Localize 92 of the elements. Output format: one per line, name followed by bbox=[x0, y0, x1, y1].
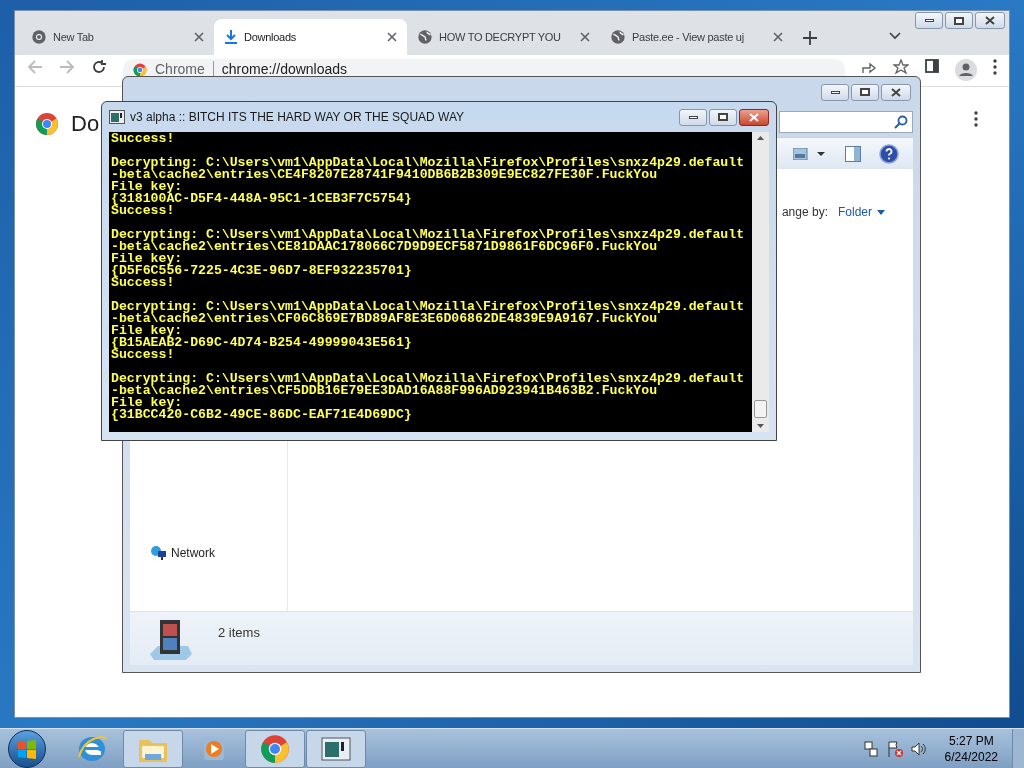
globe-icon bbox=[417, 29, 433, 45]
chrome-logo bbox=[35, 111, 59, 136]
chrome-icon bbox=[260, 733, 290, 764]
flag-icon[interactable] bbox=[886, 740, 903, 757]
close-icon[interactable] bbox=[773, 32, 783, 42]
menu-icon[interactable] bbox=[993, 59, 997, 75]
console-icon bbox=[109, 110, 125, 124]
nav-item[interactable]: Network bbox=[171, 544, 215, 562]
close-icon[interactable] bbox=[194, 32, 204, 42]
console-line: {318100AC-D5F4-448A-95C1-1CEB3F7C5754} bbox=[111, 193, 413, 205]
console-line: Decrypting: C:\Users\vm1\AppData\Local\Mozilla\Firefox\Profiles\snxz4p29.default bbox=[111, 373, 746, 385]
console-line: {D5F6C556-7225-4C3E-96D7-8EF932235701} bbox=[111, 265, 413, 277]
tab-title: Downloads bbox=[244, 29, 297, 45]
clock-date: 6/24/2022 bbox=[944, 748, 998, 765]
console-line: Success! bbox=[111, 205, 175, 217]
maximize-button[interactable] bbox=[851, 83, 879, 101]
profile-icon[interactable] bbox=[955, 59, 977, 81]
status-text: 2 items bbox=[218, 624, 260, 642]
close-button[interactable] bbox=[739, 108, 769, 126]
close-icon[interactable] bbox=[387, 32, 397, 42]
arrange-label: ange by: bbox=[781, 204, 828, 221]
console-line: -beta\cache2\entries\CE81DAAC178066C7D9D9ECF5871D9861F6DC96F0.FuckYou bbox=[111, 241, 658, 253]
close-button[interactable] bbox=[975, 12, 1005, 29]
help-icon[interactable] bbox=[879, 143, 899, 164]
maximize-button[interactable] bbox=[709, 108, 737, 126]
console-line: File key: bbox=[111, 253, 183, 265]
view-options-icon[interactable] bbox=[793, 147, 827, 160]
star-icon[interactable] bbox=[893, 59, 909, 75]
console-line: -beta\cache2\entries\CF06C869E7BD89AF8E3E6D06862DE4839E9A9167.FuckYou bbox=[111, 313, 658, 325]
speaker-icon[interactable] bbox=[910, 740, 927, 757]
arrange-dropdown[interactable]: Folder bbox=[838, 203, 885, 221]
new-tab-icon[interactable] bbox=[803, 31, 817, 45]
taskbar-button[interactable] bbox=[306, 729, 366, 768]
start-button[interactable] bbox=[8, 729, 46, 768]
preview-pane-icon[interactable] bbox=[845, 145, 861, 162]
taskbar-button[interactable] bbox=[245, 729, 305, 768]
close-button[interactable] bbox=[881, 83, 911, 101]
minimize-button[interactable] bbox=[915, 12, 943, 29]
search-field[interactable] bbox=[779, 111, 913, 133]
menu-icon[interactable] bbox=[974, 111, 978, 127]
close-icon bbox=[891, 87, 901, 97]
tab-title: HOW TO DECRYPT YOU bbox=[439, 29, 562, 45]
network-icon[interactable] bbox=[862, 740, 879, 757]
chrome-icon bbox=[31, 29, 47, 45]
network-icon bbox=[150, 545, 167, 561]
scroll-down-icon[interactable] bbox=[757, 424, 764, 428]
page-heading: Do bbox=[71, 110, 100, 138]
browser-tab[interactable]: HOW TO DECRYPT YOU bbox=[407, 19, 600, 55]
taskbar-button[interactable] bbox=[123, 729, 183, 768]
scroll-up-icon[interactable] bbox=[757, 136, 764, 140]
console-line: Decrypting: C:\Users\vm1\AppData\Local\Mozilla\Firefox\Profiles\snxz4p29.default bbox=[111, 229, 746, 241]
console-line: File key: bbox=[111, 397, 183, 409]
chrome-icon bbox=[133, 63, 147, 77]
minimize-button[interactable] bbox=[821, 83, 849, 101]
globe-icon bbox=[610, 29, 626, 45]
caret-icon bbox=[877, 209, 885, 215]
close-icon bbox=[985, 16, 995, 25]
clock[interactable]: 5:27 PM 6/24/2022 bbox=[944, 732, 998, 765]
tab-title: Paste.ee - View paste uj bbox=[632, 29, 745, 45]
close-icon[interactable] bbox=[580, 32, 590, 42]
console-line: -beta\cache2\entries\CE4F8207E28741F9410DB6B2B309E9EC827FE30F.FuckYou bbox=[111, 169, 658, 181]
side-panel-icon[interactable] bbox=[925, 59, 939, 73]
console-line: -beta\cache2\entries\CF5DDB16E79EE3DAD16A88F996AD923941B463B2.FuckYou bbox=[111, 385, 658, 397]
tab-title: New Tab bbox=[53, 29, 95, 45]
address-site-label: Chrome bbox=[155, 61, 205, 77]
console-line: {31BCC420-C6B2-49CE-86DC-EAF71E4D69DC} bbox=[111, 409, 413, 421]
minimize-button[interactable] bbox=[679, 108, 707, 126]
search-icon bbox=[894, 115, 908, 129]
chevron-down-icon[interactable] bbox=[889, 32, 901, 40]
clock-time: 5:27 PM bbox=[948, 732, 994, 749]
console-line: Success! bbox=[111, 277, 175, 289]
download-icon bbox=[224, 29, 238, 45]
window-title: v3 alpha :: BITCH ITS THE HARD WAY OR THE SQUAD WAY bbox=[130, 109, 466, 126]
browser-tab[interactable]: New Tab bbox=[21, 19, 214, 55]
console-line: Success! bbox=[111, 133, 176, 145]
console-line: Decrypting: C:\Users\vm1\AppData\Local\Mozilla\Firefox\Profiles\snxz4p29.default bbox=[111, 157, 746, 169]
maximize-button[interactable] bbox=[945, 12, 973, 29]
close-icon bbox=[749, 112, 759, 122]
scrollbar[interactable] bbox=[752, 132, 769, 432]
console-line: Decrypting: C:\Users\vm1\AppData\Local\Mozilla\Firefox\Profiles\snxz4p29.default bbox=[111, 301, 746, 313]
address-bar[interactable]: Chrome chrome://downloads bbox=[123, 59, 845, 77]
console-line: Success! bbox=[111, 349, 175, 361]
windows-logo-icon bbox=[17, 738, 37, 759]
console-window-icon bbox=[321, 736, 351, 761]
console-line: File key: bbox=[111, 325, 183, 337]
browser-tab[interactable]: Downloads bbox=[214, 19, 407, 55]
console-line: {B15AEAB2-D69C-4D74-B254-49999043E561} bbox=[111, 337, 413, 349]
scroll-thumb[interactable] bbox=[754, 400, 767, 418]
browser-tab[interactable]: Paste.ee - View paste uj bbox=[600, 19, 793, 55]
console-line: File key: bbox=[111, 181, 183, 193]
reload-icon[interactable] bbox=[91, 59, 107, 75]
address-url: chrome://downloads bbox=[221, 61, 348, 77]
